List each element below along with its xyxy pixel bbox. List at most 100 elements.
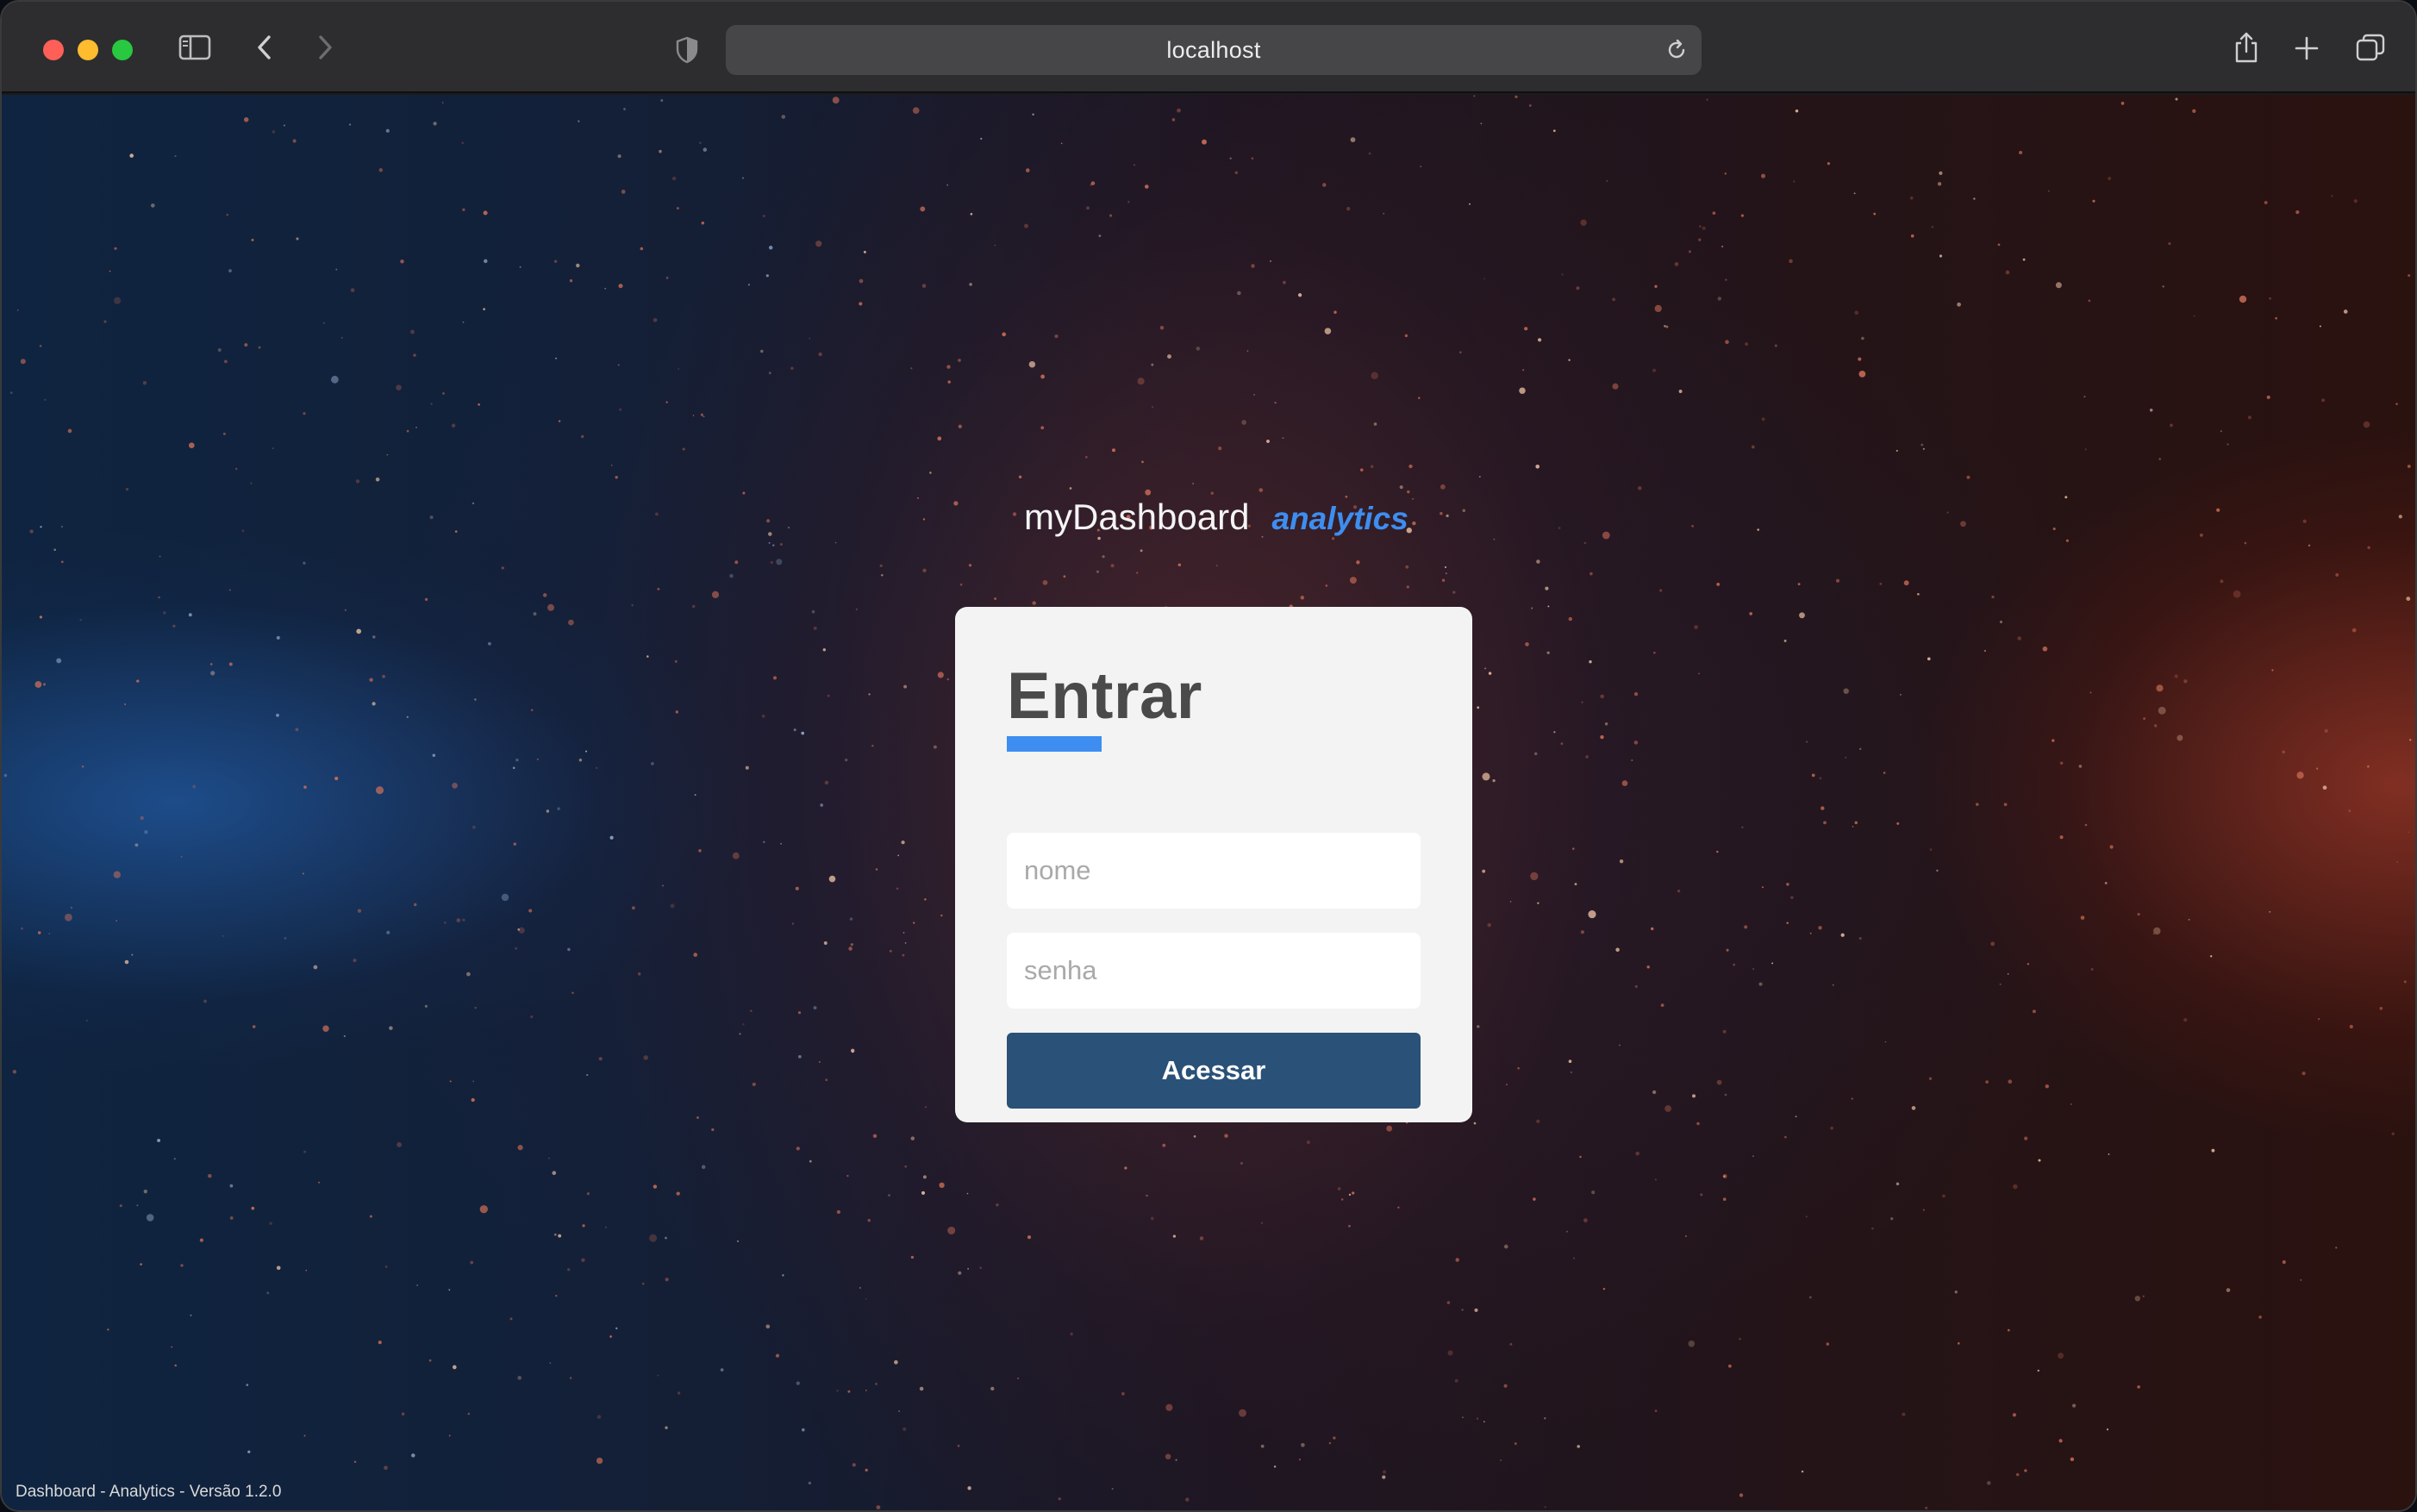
particle [1090,181,1096,185]
share-icon[interactable] [2229,29,2264,66]
url-text: localhost [1166,36,1261,63]
minimize-window-button[interactable] [78,40,98,60]
particle [1356,560,1360,565]
particle [815,241,822,247]
particle [775,1353,780,1358]
particle [2003,803,2008,807]
particle [1531,607,1533,609]
particle [1797,583,1801,586]
particle [1852,826,1854,828]
particle [1691,524,1695,528]
particle [2088,299,2091,303]
sidebar-icon[interactable] [178,33,212,62]
password-input[interactable] [1007,933,1421,1009]
particle [917,497,919,499]
particle [456,918,461,922]
particle [142,381,147,385]
particle [691,604,696,609]
particle [2226,1288,2231,1292]
particle [2282,1260,2286,1265]
particle [442,392,445,395]
particle [546,809,550,813]
particle [782,1274,784,1277]
particle [1890,1217,1894,1221]
particle [1937,182,1942,186]
particle [609,1335,612,1338]
particle [334,777,339,781]
particle [617,364,620,366]
particle [2134,1296,2141,1302]
particle [1809,932,1812,934]
particle [113,871,121,878]
particle [1473,95,1476,97]
particle [825,1078,828,1082]
particle [558,1234,562,1238]
particle [780,842,783,845]
particle [698,849,702,853]
address-bar[interactable]: localhost [726,25,1702,75]
particle [1659,589,1663,592]
version-footer: Dashboard - Analytics - Versão 1.2.0 [16,1483,282,1501]
particle [1533,1197,1536,1201]
particle [578,120,580,122]
particle [2170,423,2173,428]
particle [665,1278,669,1282]
particle [1462,1416,1464,1419]
particle [2220,579,2224,584]
particle [1684,1235,1687,1237]
particle [994,244,996,247]
particle [1461,1309,1464,1311]
particle [1717,297,1722,301]
chevron-right-icon[interactable] [312,33,338,62]
reload-icon[interactable] [1664,37,1689,63]
particle [2070,1457,2075,1462]
particle [1325,584,1328,587]
particle [467,1412,471,1415]
particle [2158,458,2161,460]
particle [1478,476,1481,478]
particle [430,403,433,405]
plus-icon[interactable] [2291,33,2322,64]
particle [1360,468,1364,472]
particle [39,345,42,347]
particle [1474,1308,1478,1312]
particle [2367,546,2370,550]
particle [1012,512,1017,516]
login-submit-button[interactable]: Acessar [1007,1033,1421,1109]
particle [650,761,654,765]
particle [171,1346,173,1348]
particle [1480,122,1483,125]
close-window-button[interactable] [43,40,64,60]
username-input[interactable] [1007,833,1421,909]
particle [1506,1084,1508,1086]
particle [1954,1290,1958,1294]
particle [796,1146,800,1151]
particle [966,1192,969,1195]
particle [1032,601,1036,605]
shield-icon[interactable] [672,34,702,66]
particle [1858,937,1862,940]
chevron-left-icon[interactable] [252,33,278,62]
particle [1350,137,1356,143]
particle [85,1020,88,1022]
tab-overview-icon[interactable] [2353,31,2388,64]
particle [2045,1084,2049,1089]
particle [1691,1094,1696,1098]
particle [2070,1103,2072,1105]
particle [920,206,926,212]
particle [515,947,517,950]
particle [396,384,402,390]
particle [2349,1024,2353,1029]
particle [2318,1018,2320,1021]
particle [1917,592,1920,596]
particle [933,745,937,749]
particle [2042,646,2048,652]
particle [389,1026,393,1030]
particle [1858,357,1862,361]
maximize-window-button[interactable] [112,40,133,60]
particle [1762,886,1764,889]
particle [1069,487,1072,490]
particle [1588,910,1596,919]
particle [2175,97,2178,101]
particle [1789,259,1793,264]
